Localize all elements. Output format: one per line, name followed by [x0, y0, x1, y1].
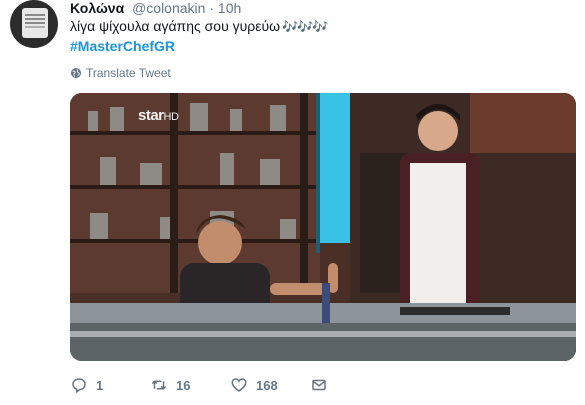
hashtag-link[interactable]: #MasterChefGR [70, 37, 175, 56]
retweet-count: 16 [176, 377, 191, 393]
watermark-text: star [138, 107, 164, 124]
like-icon [231, 378, 247, 392]
tweet-actions: 1 16 168 [70, 375, 340, 395]
translate-tweet-button[interactable]: Translate Tweet [70, 65, 171, 81]
timestamp[interactable]: 10h [218, 0, 241, 16]
watermark-hd: HD [163, 111, 179, 123]
music-notes-emoji: 🎶🎶🎶 [282, 19, 329, 34]
like-button[interactable]: 168 [230, 376, 310, 394]
reply-button[interactable]: 1 [70, 376, 150, 394]
channel-watermark: starHD [138, 107, 179, 124]
translate-label: Translate Tweet [86, 66, 171, 80]
tweet-text-body: λίγα ψίχουλα αγάπης σου γυρεύω [70, 18, 281, 34]
kitchen-scene [70, 93, 576, 361]
avatar-image [22, 8, 48, 38]
reply-icon [72, 378, 86, 394]
tweet-header: Κολώνα @colonakin · 10h [70, 0, 241, 16]
tweet-media-image[interactable]: starHD [70, 93, 576, 361]
avatar[interactable] [10, 0, 58, 48]
separator: · [209, 0, 215, 16]
direct-message-button[interactable] [310, 376, 340, 394]
user-handle[interactable]: @colonakin [132, 0, 205, 16]
tweet-text: λίγα ψίχουλα αγάπης σου γυρεύω 🎶🎶🎶 [70, 17, 329, 36]
retweet-button[interactable]: 16 [150, 376, 230, 394]
like-count: 168 [256, 377, 278, 393]
retweet-icon [151, 380, 167, 390]
direct-message-icon [312, 379, 326, 391]
display-name[interactable]: Κολώνα [70, 0, 124, 16]
reply-count: 1 [96, 377, 104, 393]
globe-icon [71, 68, 81, 78]
